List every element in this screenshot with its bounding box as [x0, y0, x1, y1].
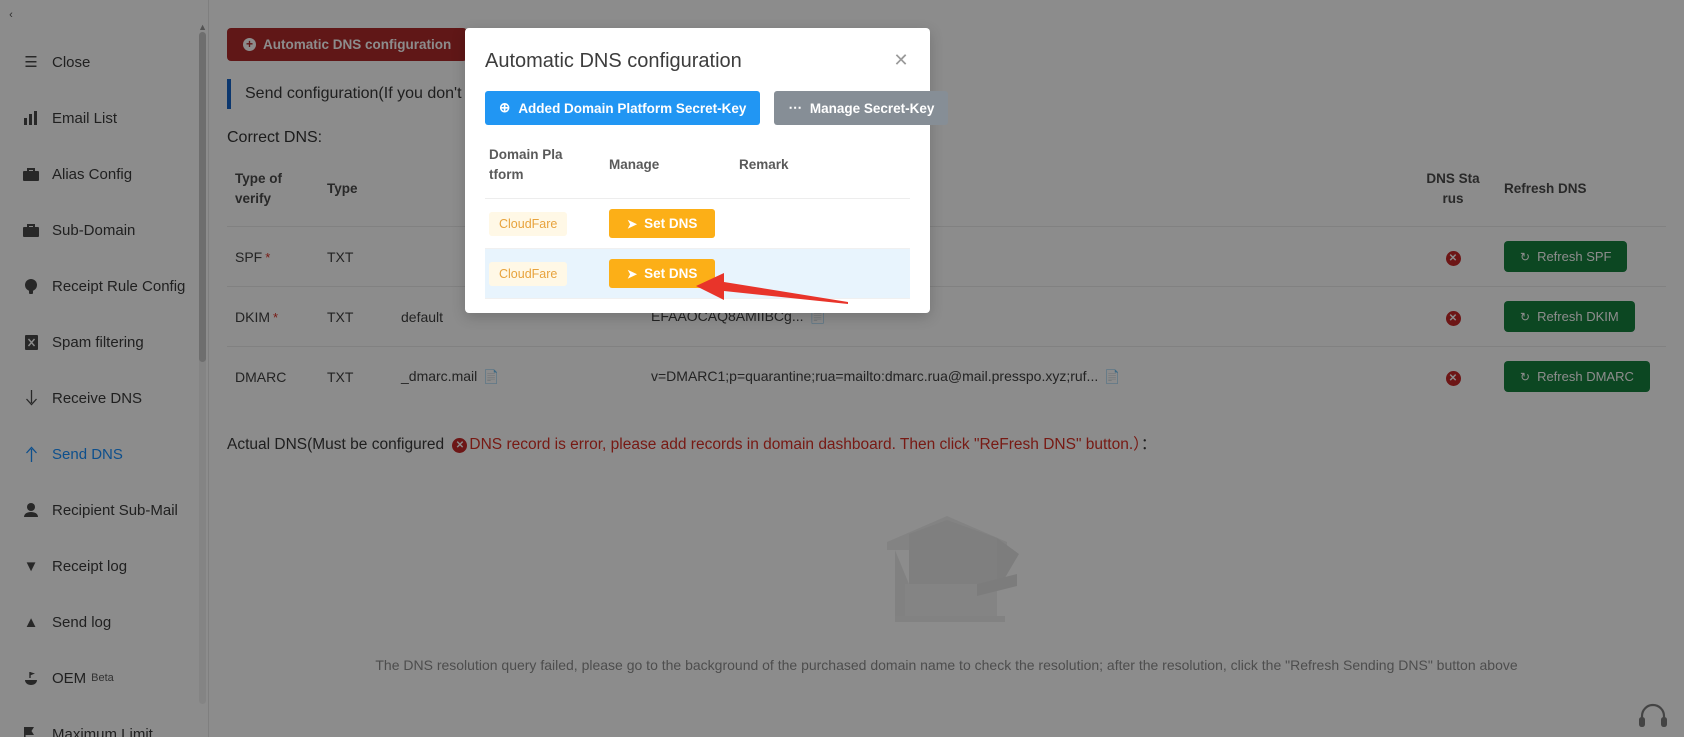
close-icon[interactable]: ✕ [890, 50, 912, 72]
app-root: ‹ ▲ ☰ Close Email List Alias Config Sub-… [0, 0, 1684, 737]
set-dns-label: Set DNS [644, 216, 698, 232]
cell-remark [735, 249, 910, 299]
added-secret-key-label: Added Domain Platform Secret-Key [518, 100, 747, 116]
set-dns-label: Set DNS [644, 266, 698, 282]
modal-table-header: Domain Pla tform Manage Remark [485, 131, 910, 199]
modal-title: Automatic DNS configuration [485, 50, 742, 72]
manage-secret-key-label: Manage Secret-Key [809, 100, 935, 116]
domain-platform-table: Domain Pla tform Manage Remark CloudFare [485, 131, 910, 299]
col-header-domain-platform: Domain Pla tform [485, 131, 605, 199]
cell-manage: ➤ Set DNS [605, 199, 735, 249]
modal-header: Automatic DNS configuration ✕ [465, 28, 930, 73]
modal-table-body: CloudFare ➤ Set DNS CloudFare ➤ Set DNS [485, 199, 910, 299]
send-icon: ➤ [627, 266, 638, 281]
cell-manage: ➤ Set DNS [605, 249, 735, 299]
send-icon: ➤ [627, 216, 638, 231]
platform-tag: CloudFare [489, 261, 568, 286]
platform-tag: CloudFare [489, 211, 568, 236]
cell-platform: CloudFare [485, 249, 605, 299]
cell-platform: CloudFare [485, 199, 605, 249]
modal-action-buttons: ⊕ Added Domain Platform Secret-Key ⋯ Man… [485, 91, 949, 125]
set-dns-button[interactable]: ➤ Set DNS [609, 209, 716, 239]
manage-secret-key-button[interactable]: ⋯ Manage Secret-Key [774, 91, 949, 125]
col-header-line2: tform [489, 166, 524, 182]
cell-remark [735, 199, 910, 249]
modal-body: ⊕ Added Domain Platform Secret-Key ⋯ Man… [465, 73, 949, 299]
plus-circle-icon: ⊕ [499, 100, 511, 115]
col-header-manage: Manage [609, 156, 660, 172]
added-domain-platform-secret-key-button[interactable]: ⊕ Added Domain Platform Secret-Key [485, 91, 761, 125]
modal-table-header-row: Domain Pla tform Manage Remark [485, 131, 910, 199]
set-dns-button[interactable]: ➤ Set DNS [609, 259, 716, 289]
col-header-remark: Remark [739, 156, 789, 172]
automatic-dns-configuration-modal: Automatic DNS configuration ✕ ⊕ Added Do… [465, 28, 949, 314]
col-header-line1: Domain Pla [489, 147, 563, 162]
table-row: CloudFare ➤ Set DNS [485, 199, 910, 249]
ellipsis-icon: ⋯ [788, 100, 802, 115]
table-row: CloudFare ➤ Set DNS [485, 248, 910, 299]
